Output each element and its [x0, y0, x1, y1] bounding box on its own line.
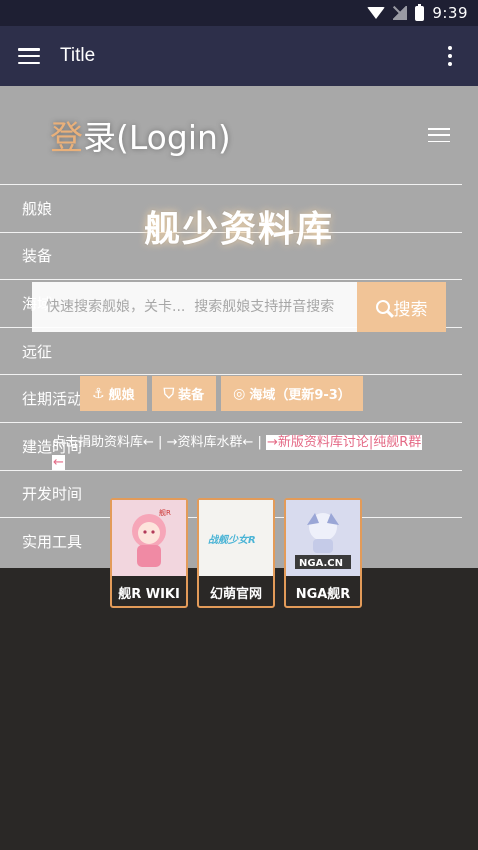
card-label: 舰R WIKI: [118, 587, 180, 602]
category-sea-area-button[interactable]: ◎ 海域（更新9-3）: [221, 376, 363, 411]
battery-icon: [415, 3, 425, 21]
new-forum-link[interactable]: →新版资料库讨论|纯舰R群: [266, 435, 423, 450]
card-label: NGA舰R: [295, 587, 351, 602]
category-label: 装备: [178, 388, 205, 403]
link-separator: |: [153, 435, 167, 450]
category-buttons: ⚓ 舰娘 ⛉ 装备 ◎ 海域（更新9-3）: [80, 376, 363, 411]
shield-icon: ⛉: [163, 385, 175, 402]
login-header: 登录(Login): [0, 86, 478, 184]
site-title: 舰少资料库: [143, 209, 334, 250]
svg-text:舰R: 舰R: [159, 508, 171, 517]
card-jianr-wiki[interactable]: 舰R 舰R WIKI: [110, 498, 188, 608]
card-nga-jianr[interactable]: NGA.CN NGA舰R: [284, 498, 362, 608]
login-first-char: 登: [50, 118, 83, 157]
category-label: 海域（更新9-3）: [249, 388, 351, 403]
huanmeng-logo-image: 战舰少女R: [199, 500, 273, 576]
category-label: 舰娘: [108, 388, 135, 403]
login-link[interactable]: 登录(Login): [50, 111, 231, 159]
search-icon: [375, 300, 390, 314]
app-bar: Title: [0, 26, 478, 86]
category-equipment-button[interactable]: ⛉ 装备: [151, 376, 217, 411]
app-title: Title: [60, 45, 96, 66]
nga-image: NGA.CN: [286, 500, 360, 576]
link-separator: |: [253, 435, 267, 450]
svg-text:NGA.CN: NGA.CN: [299, 558, 343, 569]
jianr-wiki-image: 舰R: [112, 500, 186, 576]
nav-item-expedition[interactable]: 远征: [0, 326, 462, 375]
svg-text:战舰少女R: 战舰少女R: [208, 534, 256, 546]
search-button-label: 搜索: [393, 299, 428, 320]
no-signal-icon: [393, 6, 408, 20]
search-button[interactable]: 搜索: [357, 282, 446, 332]
card-huanmeng-official[interactable]: 战舰少女R 幻萌官网: [197, 498, 275, 608]
links-line: 点击捐助资料库← | →资料库水群← | →新版资料库讨论|纯舰R群 ←: [52, 433, 444, 473]
menu-icon[interactable]: [18, 48, 40, 64]
card-label: 幻萌官网: [209, 587, 262, 602]
page-background: [0, 568, 478, 850]
donate-link[interactable]: 点击捐助资料库←: [52, 435, 154, 450]
status-bar: 9:39: [0, 0, 478, 26]
anchor-icon: ⚓: [92, 385, 105, 402]
nav-toggle-icon[interactable]: [428, 128, 450, 142]
wifi-icon: [367, 7, 386, 19]
login-rest: 录(Login): [83, 118, 231, 157]
external-links: 舰R 舰R WIKI 战舰少女R 幻萌官网 NGA.CN NGA舰R: [110, 498, 362, 608]
qq-group-link[interactable]: →资料库水群←: [167, 435, 254, 450]
more-options-icon[interactable]: [440, 46, 460, 66]
status-time: 9:39: [432, 4, 468, 22]
new-forum-link-arrow[interactable]: ←: [52, 455, 65, 470]
globe-icon: ◎: [233, 385, 246, 402]
category-ships-button[interactable]: ⚓ 舰娘: [80, 376, 147, 411]
search-bar: 搜索: [32, 282, 446, 332]
search-input[interactable]: [32, 282, 357, 332]
